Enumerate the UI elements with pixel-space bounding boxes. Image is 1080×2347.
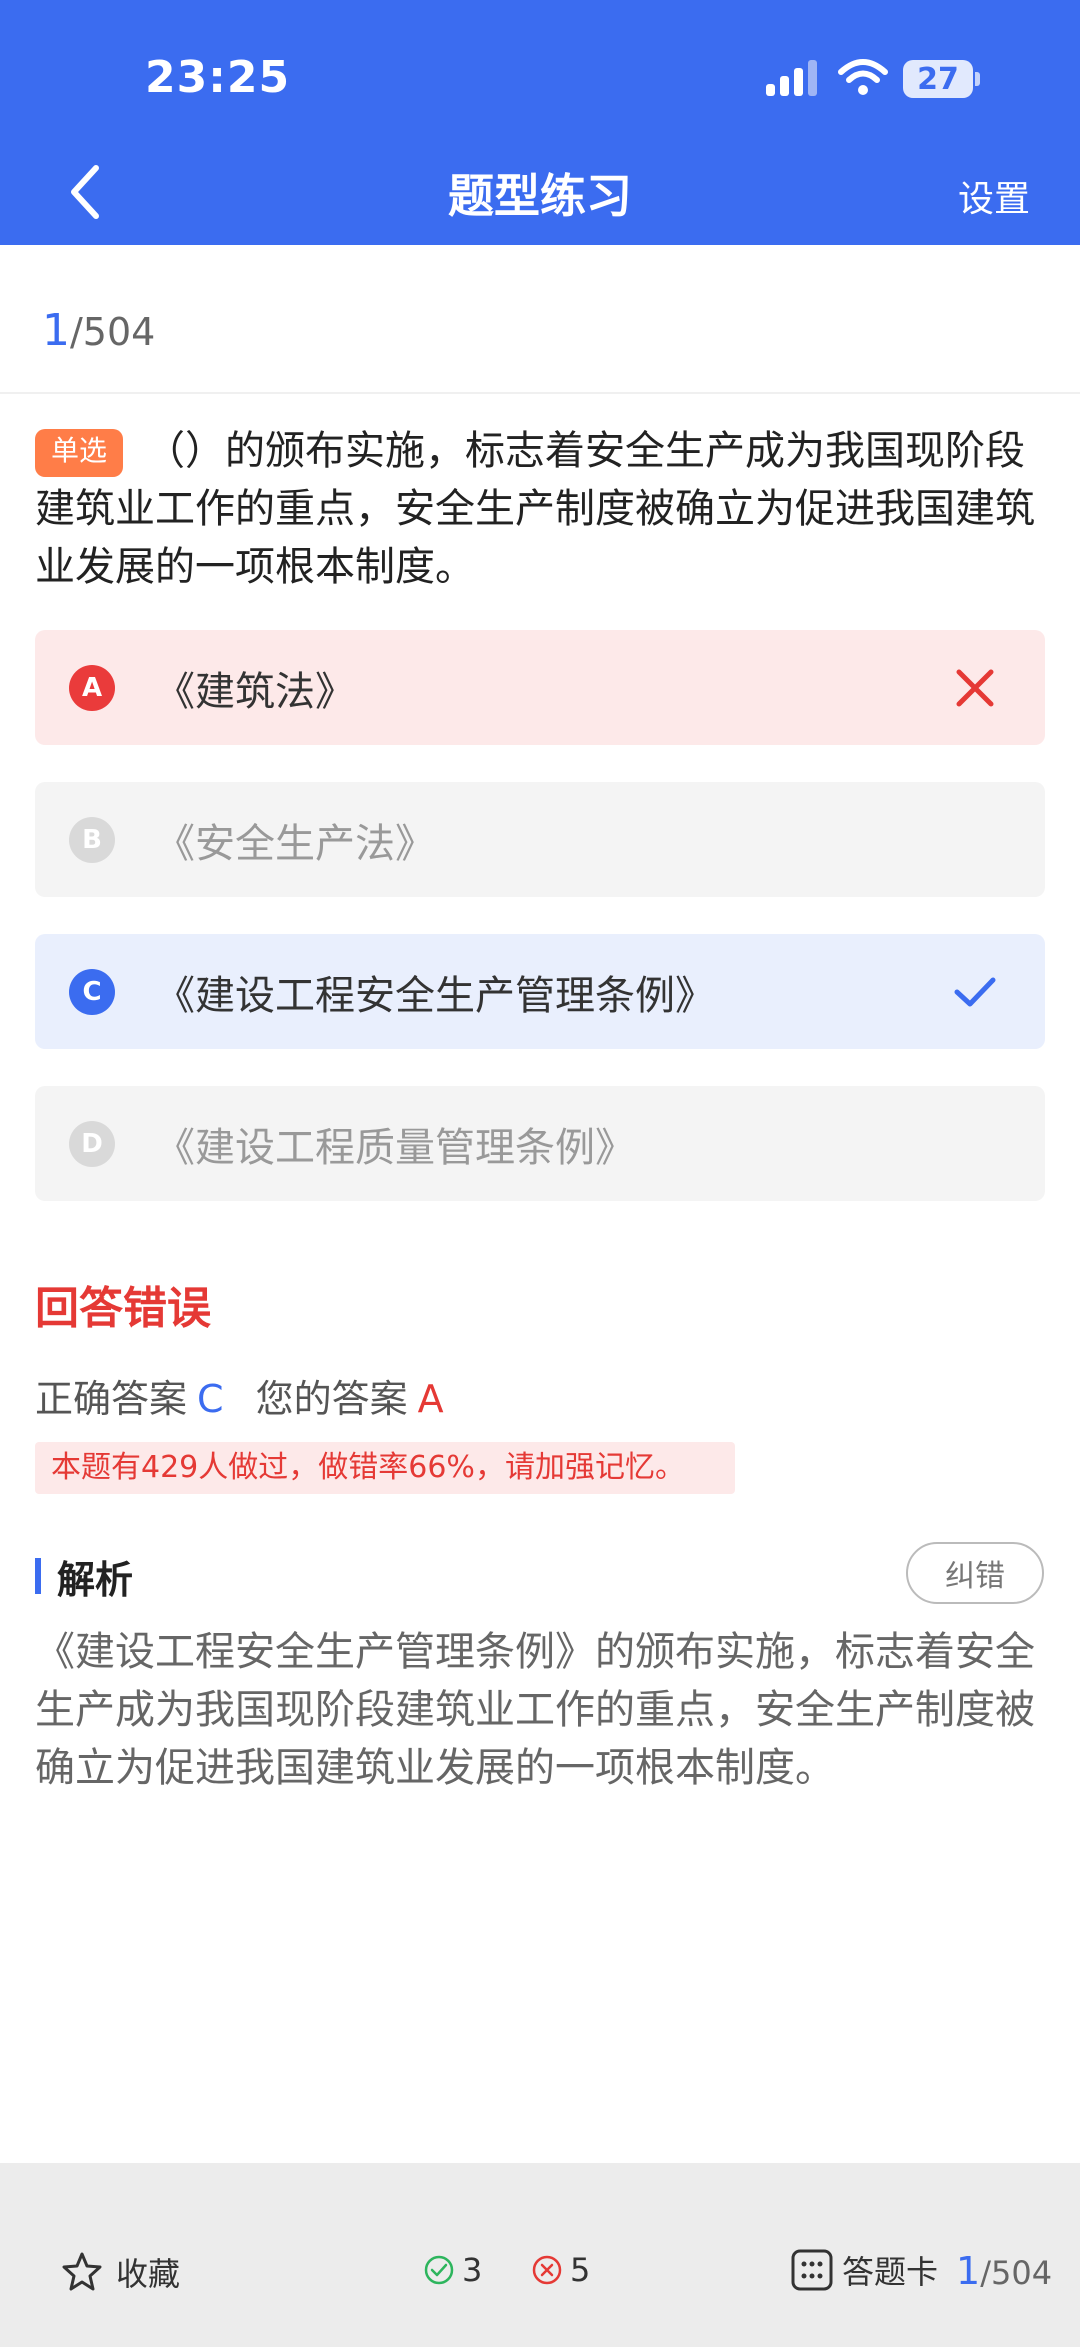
answer-summary: 正确答案 C 您的答案 A xyxy=(35,1368,444,1423)
option-letter: C xyxy=(69,968,115,1015)
option-d[interactable]: D 《建设工程质量管理条例》 xyxy=(35,1086,1045,1201)
correct-count: 3 xyxy=(424,2251,482,2289)
bottom-progress-current: 1 xyxy=(956,2249,981,2293)
option-letter: B xyxy=(69,816,115,863)
option-letter: D xyxy=(69,1120,115,1167)
signal-icon xyxy=(766,60,817,96)
analysis-title: 解析 xyxy=(57,1558,134,1602)
option-text: 《建设工程质量管理条例》 xyxy=(155,1124,635,1171)
correct-count-value: 3 xyxy=(462,2251,483,2289)
battery-indicator: 27 xyxy=(903,60,973,98)
correct-check-icon xyxy=(954,977,996,1007)
question-type-tag: 单选 xyxy=(35,429,124,477)
question-stem: 单选 （）的颁布实施，标志着安全生产成为我国现阶段建筑业工作的重点，安全生产制度被… xyxy=(35,422,1045,596)
divider xyxy=(0,392,1080,394)
settings-button[interactable]: 设置 xyxy=(958,170,1030,222)
option-text: 《安全生产法》 xyxy=(155,820,435,867)
progress-total: /504 xyxy=(70,310,156,354)
analysis-text: 《建设工程安全生产管理条例》的颁布实施，标志着安全生产成为我国现阶段建筑业工作的… xyxy=(35,1629,1035,1791)
wifi-icon xyxy=(838,59,888,95)
wrong-count: 5 xyxy=(532,2251,590,2289)
check-circle-icon xyxy=(424,2255,454,2285)
favorite-button[interactable]: 收藏 xyxy=(60,2249,180,2295)
your-answer-value: A xyxy=(417,1377,444,1421)
option-text: 《建设工程安全生产管理条例》 xyxy=(155,972,715,1019)
answer-card-label: 答题卡 xyxy=(842,2253,939,2291)
star-icon xyxy=(62,2252,102,2291)
question-text: （）的颁布实施，标志着安全生产成为我国现阶段建筑业工作的重点，安全生产制度被确立… xyxy=(35,428,1035,590)
bottom-toolbar: 收藏 3 5 答题卡 1/504 xyxy=(0,2163,1080,2347)
section-accent-bar xyxy=(35,1558,41,1594)
answer-card-button[interactable]: 答题卡 xyxy=(790,2247,938,2293)
error-rate-note: 本题有429人做过，做错率66%，请加强记忆。 xyxy=(35,1442,735,1494)
bottom-progress-total: /504 xyxy=(980,2254,1053,2292)
option-letter: A xyxy=(69,664,115,711)
option-text: 《建筑法》 xyxy=(155,668,355,715)
status-time: 23:25 xyxy=(145,52,291,103)
favorite-label: 收藏 xyxy=(116,2255,181,2293)
question-progress: 1/504 xyxy=(42,305,155,356)
battery-cap xyxy=(975,72,980,86)
option-a[interactable]: A 《建筑法》 xyxy=(35,630,1045,745)
result-title: 回答错误 xyxy=(35,1283,211,1334)
wrong-count-value: 5 xyxy=(570,2251,591,2289)
wrong-x-icon xyxy=(956,669,994,707)
x-circle-icon xyxy=(532,2255,562,2285)
option-c[interactable]: C 《建设工程安全生产管理条例》 xyxy=(35,934,1045,1049)
option-b[interactable]: B 《安全生产法》 xyxy=(35,782,1045,897)
your-answer-label: 您的答案 xyxy=(255,1377,408,1421)
correct-answer-label: 正确答案 xyxy=(35,1377,188,1421)
practice-page: 23:25 27 题型练习 设置 1/504 单选 （）的颁布实施，标志着安全生产… xyxy=(0,0,1080,2347)
grid-icon xyxy=(791,2249,833,2291)
page-title: 题型练习 xyxy=(448,169,632,223)
report-error-button[interactable]: 纠错 xyxy=(906,1542,1044,1604)
header: 23:25 27 题型练习 设置 xyxy=(0,0,1080,245)
progress-current: 1 xyxy=(42,305,70,356)
correct-answer-value: C xyxy=(197,1377,224,1421)
bottom-progress: 1/504 xyxy=(956,2249,1052,2293)
